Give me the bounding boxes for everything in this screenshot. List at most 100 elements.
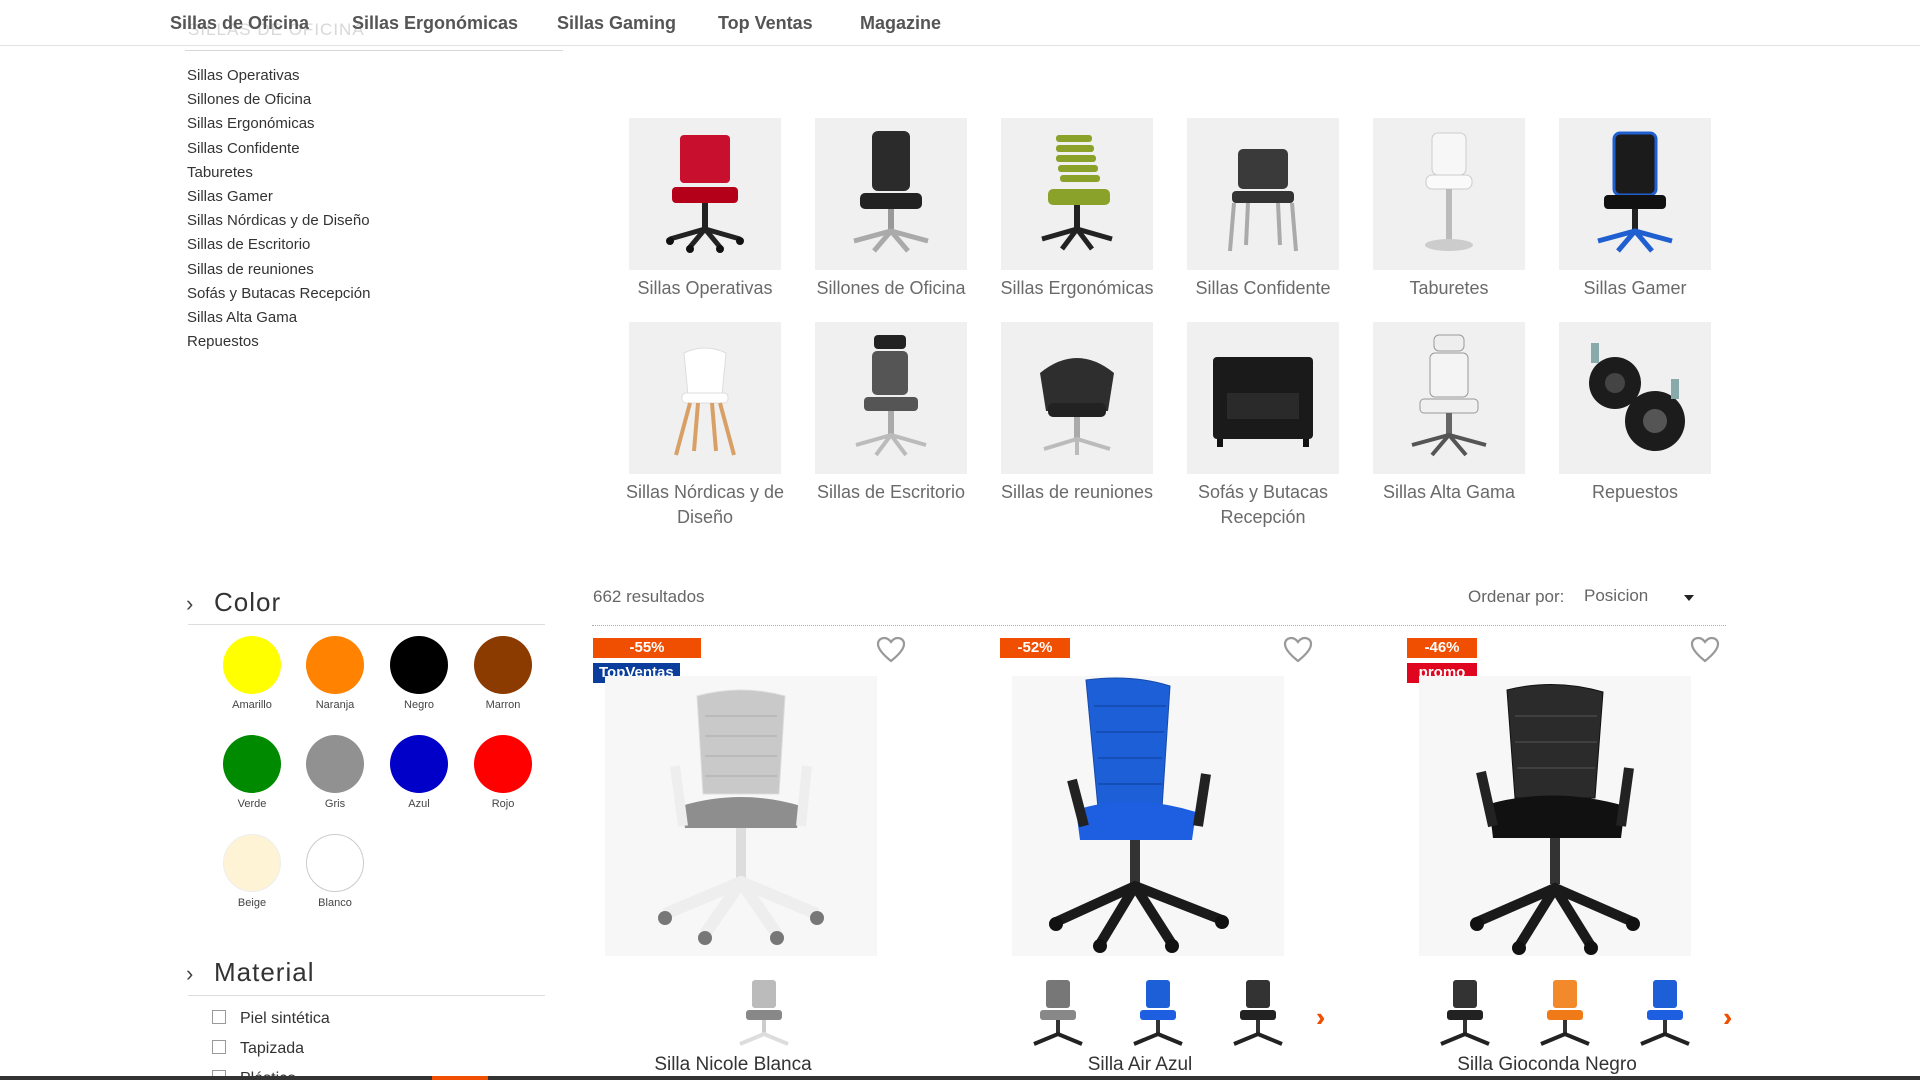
thumbnail-black[interactable] bbox=[1427, 976, 1503, 1052]
product-image[interactable] bbox=[1012, 676, 1284, 956]
product-card[interactable]: -55% TopVentas Silla Nicole Blanca bbox=[593, 636, 963, 1076]
swatch-dot bbox=[474, 735, 532, 793]
tile-sillas-operativas[interactable]: Sillas Operativas bbox=[612, 118, 798, 301]
nav-top-ventas[interactable]: Top Ventas bbox=[718, 13, 813, 34]
color-swatch-negro[interactable]: Negro bbox=[377, 636, 461, 711]
product-name[interactable]: Silla Air Azul bbox=[1000, 1054, 1280, 1076]
sidebar-divider bbox=[185, 50, 563, 51]
product-name[interactable]: Silla Nicole Blanca bbox=[593, 1054, 873, 1076]
swatch-dot bbox=[306, 735, 364, 793]
material-label: Piel sintética bbox=[240, 1010, 330, 1027]
sidebar-item-repuestos[interactable]: Repuestos bbox=[187, 332, 370, 356]
discount-badge: -46% bbox=[1407, 638, 1477, 658]
results-count: 662 resultados bbox=[593, 587, 705, 606]
chair-image bbox=[815, 118, 967, 270]
swatch-name: Marron bbox=[485, 699, 521, 711]
checkbox[interactable] bbox=[212, 1040, 226, 1054]
swatch-name: Gris bbox=[324, 798, 346, 810]
chair-image bbox=[1187, 322, 1339, 474]
heart-icon[interactable] bbox=[876, 636, 906, 664]
next-arrow-icon[interactable]: ›› bbox=[1316, 1002, 1328, 1033]
filter-divider bbox=[188, 624, 545, 625]
color-swatch-azul[interactable]: Azul bbox=[377, 735, 461, 810]
swatch-name: Naranja bbox=[315, 699, 355, 711]
color-swatch-amarillo[interactable]: Amarillo bbox=[210, 636, 294, 711]
next-arrow-icon[interactable]: ›› bbox=[1723, 1002, 1735, 1033]
filter-color-title: Color bbox=[214, 587, 282, 617]
filter-color-header[interactable]: › Color bbox=[186, 587, 281, 618]
thumbnail-black[interactable] bbox=[1220, 976, 1296, 1052]
thumbnail-orange[interactable] bbox=[1527, 976, 1603, 1052]
swatch-dot bbox=[223, 735, 281, 793]
color-swatch-naranja[interactable]: Naranja bbox=[293, 636, 377, 711]
color-thumbnails bbox=[593, 976, 963, 1056]
heart-icon[interactable] bbox=[1283, 636, 1313, 664]
tile-label: Sillas Confidente bbox=[1195, 278, 1331, 298]
heart-icon[interactable] bbox=[1690, 636, 1720, 664]
tile-label: Taburetes bbox=[1409, 278, 1489, 298]
thumbnail-gray[interactable] bbox=[1020, 976, 1096, 1052]
filter-material-title: Material bbox=[214, 957, 315, 987]
swatch-dot bbox=[306, 834, 364, 892]
product-card[interactable]: -52% ›› Silla Air Azul bbox=[1000, 636, 1370, 1076]
sidebar-item-sillas-ergonomicas[interactable]: Sillas Ergonómicas bbox=[187, 114, 370, 138]
product-image[interactable] bbox=[605, 676, 877, 956]
sidebar-item-sillas-operativas[interactable]: Sillas Operativas bbox=[187, 66, 370, 90]
sidebar-item-sillas-alta-gama[interactable]: Sillas Alta Gama bbox=[187, 308, 370, 332]
results-divider bbox=[592, 625, 1726, 626]
chair-image bbox=[1001, 322, 1153, 474]
nav-magazine[interactable]: Magazine bbox=[860, 13, 941, 34]
sidebar-item-sillas-gamer[interactable]: Sillas Gamer bbox=[187, 187, 370, 211]
thumbnail-gray[interactable] bbox=[726, 976, 802, 1052]
tile-sillas-nordicas[interactable]: Sillas Nórdicas y de Diseño bbox=[612, 322, 798, 530]
sort-select[interactable]: Posicion bbox=[1584, 584, 1694, 612]
color-swatch-beige[interactable]: Beige bbox=[210, 834, 294, 909]
thumbnail-blue[interactable] bbox=[1120, 976, 1196, 1052]
chair-image bbox=[1001, 118, 1153, 270]
nav-sillas-ergonomicas[interactable]: Sillas Ergonómicas bbox=[352, 13, 518, 34]
tile-sillas-confidente[interactable]: Sillas Confidente bbox=[1170, 118, 1356, 301]
top-navigation: SILLAS DE OFICINA Sillas de Oficina Sill… bbox=[0, 0, 1920, 46]
filter-divider bbox=[188, 995, 545, 996]
sidebar-item-sillas-nordicas[interactable]: Sillas Nórdicas y de Diseño bbox=[187, 211, 370, 235]
tile-label: Sofás y Butacas Recepción bbox=[1197, 482, 1329, 527]
tile-sillas-ergonomicas[interactable]: Sillas Ergonómicas bbox=[984, 118, 1170, 301]
product-card[interactable]: -46% promo ›› Silla Gioconda Negro bbox=[1407, 636, 1777, 1076]
tile-sillas-gamer[interactable]: Sillas Gamer bbox=[1542, 118, 1728, 301]
filter-material-header[interactable]: › Material bbox=[186, 957, 314, 988]
checkbox[interactable] bbox=[212, 1010, 226, 1024]
tile-repuestos[interactable]: Repuestos bbox=[1542, 322, 1728, 505]
color-thumbnails: ›› bbox=[1407, 976, 1777, 1056]
material-option-piel[interactable]: Piel sintética bbox=[212, 1010, 330, 1028]
material-option-tapizada[interactable]: Tapizada bbox=[212, 1040, 304, 1058]
thumbnail-blue[interactable] bbox=[1627, 976, 1703, 1052]
sidebar-item-taburetes[interactable]: Taburetes bbox=[187, 163, 370, 187]
sidebar-item-sillones-de-oficina[interactable]: Sillones de Oficina bbox=[187, 90, 370, 114]
product-image[interactable] bbox=[1419, 676, 1691, 956]
tile-taburetes[interactable]: Taburetes bbox=[1356, 118, 1542, 301]
tile-label: Sillones de Oficina bbox=[816, 278, 966, 298]
tile-sillones-de-oficina[interactable]: Sillones de Oficina bbox=[798, 118, 984, 301]
product-name[interactable]: Silla Gioconda Negro bbox=[1407, 1054, 1687, 1076]
swatch-dot bbox=[223, 636, 281, 694]
color-swatch-rojo[interactable]: Rojo bbox=[461, 735, 545, 810]
tile-sillas-escritorio[interactable]: Sillas de Escritorio bbox=[798, 322, 984, 505]
material-label: Tapizada bbox=[240, 1040, 305, 1057]
sidebar-item-sillas-confidente[interactable]: Sillas Confidente bbox=[187, 139, 370, 163]
chair-image bbox=[1559, 118, 1711, 270]
sidebar-item-sillas-escritorio[interactable]: Sillas de Escritorio bbox=[187, 235, 370, 259]
sidebar-item-sillas-reuniones[interactable]: Sillas de reuniones bbox=[187, 260, 370, 284]
nav-sillas-gaming[interactable]: Sillas Gaming bbox=[557, 13, 676, 34]
tile-sillas-reuniones[interactable]: Sillas de reuniones bbox=[984, 322, 1170, 505]
color-swatch-marron[interactable]: Marron bbox=[461, 636, 545, 711]
sidebar-item-sofas-butacas[interactable]: Sofás y Butacas Recepción bbox=[187, 284, 370, 308]
tile-sofas-butacas[interactable]: Sofás y Butacas Recepción bbox=[1170, 322, 1356, 530]
chair-image bbox=[1373, 118, 1525, 270]
tile-label: Sillas Alta Gama bbox=[1382, 482, 1516, 502]
color-swatch-verde[interactable]: Verde bbox=[210, 735, 294, 810]
color-swatch-gris[interactable]: Gris bbox=[293, 735, 377, 810]
tile-sillas-alta-gama[interactable]: Sillas Alta Gama bbox=[1356, 322, 1542, 505]
nav-sillas-de-oficina[interactable]: Sillas de Oficina bbox=[170, 13, 309, 34]
tile-label: Sillas Operativas bbox=[637, 278, 773, 298]
color-swatch-blanco[interactable]: Blanco bbox=[293, 834, 377, 909]
